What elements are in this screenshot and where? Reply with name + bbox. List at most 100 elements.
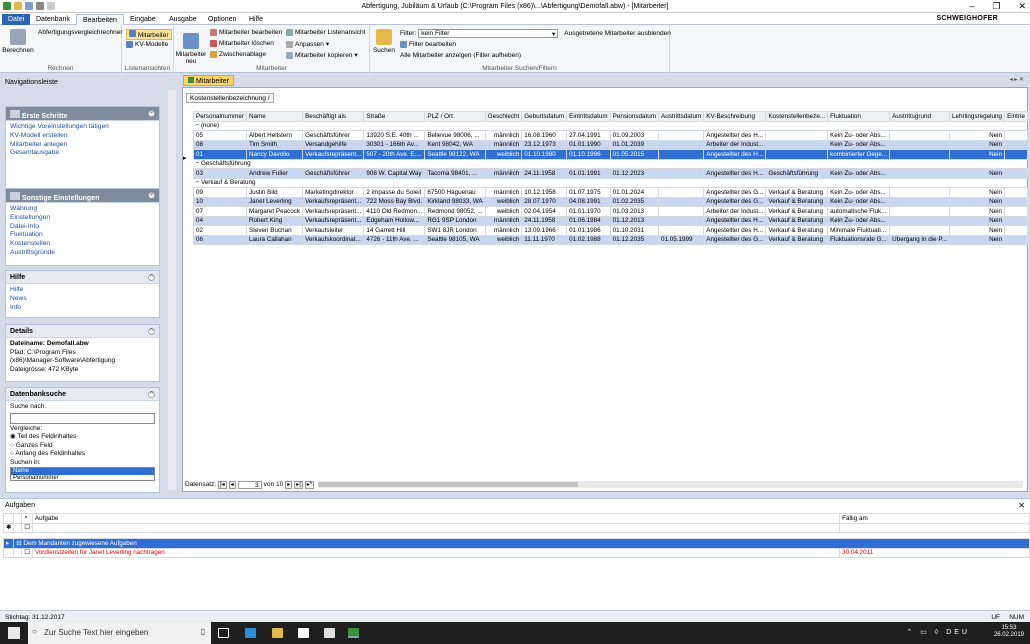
group-row[interactable]: − (none) — [193, 120, 1028, 131]
table-cell[interactable]: Angestellter des H... — [703, 149, 767, 160]
table-cell[interactable] — [1004, 149, 1028, 160]
column-header[interactable]: Geburtsdatum — [521, 111, 568, 122]
table-cell[interactable]: Tacoma 98401, ... — [424, 168, 486, 179]
table-cell[interactable]: 01.02.1988 — [566, 234, 611, 245]
table-cell[interactable] — [889, 215, 950, 226]
filter-aufheben-button[interactable]: Alle Mitarbeiter anzeigen (Filter aufheb… — [400, 52, 521, 59]
table-cell[interactable]: Nein — [948, 225, 1006, 236]
tab-optionen[interactable]: Optionen — [202, 14, 242, 25]
table-cell[interactable]: Nein — [948, 215, 1006, 226]
search-input[interactable] — [10, 412, 155, 424]
table-cell[interactable]: 01.03.2013 — [609, 206, 660, 217]
table-cell[interactable]: 01.09.2003 — [609, 130, 660, 141]
table-cell[interactable]: 01.12.2023 — [609, 168, 660, 179]
table-cell[interactable]: 01.12.2035 — [609, 234, 660, 245]
table-cell[interactable]: Angestellter des G... — [703, 187, 767, 198]
link-einstellungen[interactable]: Einstellungen — [6, 214, 159, 223]
tab-mitarbeiter[interactable]: Mitarbeiter — [183, 75, 235, 86]
table-cell[interactable]: weiblich — [484, 206, 523, 217]
column-header[interactable]: Beschäftigt als — [302, 111, 365, 122]
table-cell[interactable]: Kein Zu- oder Abs... — [827, 215, 891, 226]
table-cell[interactable]: automatische Fluk... — [827, 206, 891, 217]
table-cell[interactable]: Verkaufsrepräsent... — [302, 196, 365, 207]
table-cell[interactable] — [658, 139, 705, 150]
table-row[interactable]: 04 Robert King Verkaufsrepräsent... Edgeham… — [193, 215, 1028, 226]
table-cell[interactable]: männlich — [484, 139, 523, 150]
table-cell[interactable]: Verkaufsleiter — [302, 225, 365, 236]
minimize-icon[interactable]: – — [969, 1, 974, 12]
table-cell[interactable] — [658, 196, 705, 207]
table-cell[interactable]: kombinierter Gege... — [827, 149, 891, 160]
table-cell[interactable]: 13920 S.E. 40th ... — [363, 130, 426, 141]
table-cell[interactable]: 02 — [193, 225, 247, 236]
col-faellig[interactable]: Fällig am — [839, 513, 1030, 524]
system-tray-icons[interactable]: ⌃ ▭ ◊ DEU — [906, 628, 970, 636]
table-cell[interactable]: Geschäftsführer — [302, 130, 365, 141]
table-cell[interactable]: Versandgehilfe — [302, 139, 365, 150]
windows-start-icon[interactable] — [8, 627, 20, 639]
link-datei-info[interactable]: Datei-Info — [6, 223, 159, 232]
table-cell[interactable] — [1004, 234, 1028, 245]
scroll-thumb[interactable] — [318, 482, 578, 487]
close-icon[interactable]: ✕ — [1018, 1, 1026, 12]
table-cell[interactable]: Edgeham Hollow... — [363, 215, 426, 226]
table-cell[interactable]: SW1 8JR London — [424, 225, 486, 236]
table-cell[interactable] — [889, 139, 950, 150]
mitarbeiter-bearbeiten-button[interactable]: Mitarbeiter bearbeiten — [210, 29, 282, 36]
tab-bearbeiten[interactable]: Bearbeiten — [76, 14, 124, 25]
filter-bearbeiten-button[interactable]: Filter bearbeiten — [400, 41, 456, 48]
taskbar-search[interactable]: ○ Zur Suche Text hier eingeben ▯ — [28, 622, 211, 644]
table-cell[interactable]: 01.01.1990 — [566, 139, 611, 150]
field-listbox[interactable]: Name Personalnummer — [10, 467, 155, 481]
clock[interactable]: 15:53 26.02.2019 — [994, 625, 1024, 639]
table-cell[interactable]: Verkauf & Beratung — [765, 225, 829, 236]
table-cell[interactable]: Bellevue 98006, ... — [424, 130, 486, 141]
table-cell[interactable]: Angestellter des H... — [703, 130, 767, 141]
table-row[interactable]: 06 Laura Callahan Verkaufskoordinat... 4726… — [193, 234, 1028, 245]
table-cell[interactable]: Nein — [948, 234, 1006, 245]
column-header[interactable]: Personalnummer — [193, 111, 247, 122]
table-cell[interactable]: Seattle 98105, WA — [424, 234, 486, 245]
table-cell[interactable]: Kirkland 98033, WA — [424, 196, 486, 207]
table-cell[interactable]: Geschäftsführer — [302, 168, 365, 179]
table-cell[interactable] — [658, 206, 705, 217]
table-cell[interactable]: männlich — [484, 187, 523, 198]
table-cell[interactable]: Angestellter des H... — [703, 168, 767, 179]
table-cell[interactable]: 01.01.1991 — [566, 168, 611, 179]
table-cell[interactable]: Arbeiter der Indust... — [703, 206, 767, 217]
table-cell[interactable]: Nein — [948, 168, 1006, 179]
link-waehrung[interactable]: Währung — [6, 205, 159, 214]
column-header[interactable]: Austrittsdatum — [658, 111, 705, 122]
table-cell[interactable]: männlich — [484, 168, 523, 179]
table-cell[interactable]: Justin Bild — [245, 187, 304, 198]
column-header[interactable]: Fluktuation — [827, 111, 891, 122]
record-number-input[interactable]: 3 — [237, 480, 262, 489]
table-cell[interactable]: Nein — [948, 196, 1006, 207]
table-cell[interactable]: 507 - 20th Ave. E.... — [363, 149, 426, 160]
collapse-icon[interactable]: « — [148, 192, 155, 199]
list-item[interactable]: Personalnummer — [11, 475, 154, 482]
table-cell[interactable] — [1004, 196, 1028, 207]
link-gesamtausgabe[interactable]: Gesamtausgabe — [6, 149, 159, 158]
table-cell[interactable]: 01.01.2039 — [609, 139, 660, 150]
table-cell[interactable]: Janet Leverling — [245, 196, 304, 207]
table-cell[interactable]: 09 — [193, 187, 247, 198]
collapse-icon[interactable]: « — [148, 110, 155, 117]
table-cell[interactable]: Angestellter des G... — [703, 196, 767, 207]
task-row[interactable]: ☐ Vordienstzeiten für Janet Leverling nac… — [2, 547, 1030, 558]
table-cell[interactable]: weiblich — [484, 149, 523, 160]
table-cell[interactable]: 27.04.1991 — [566, 130, 611, 141]
group-row[interactable]: − Verkauf & Beratung — [193, 177, 1028, 188]
tab-ausgabe[interactable]: Ausgabe — [163, 14, 203, 25]
table-cell[interactable]: 4110 Old Redmon... — [363, 206, 426, 217]
table-cell[interactable]: Verkaufsrepräsent... — [302, 149, 365, 160]
table-cell[interactable]: weiblich — [484, 234, 523, 245]
table-cell[interactable]: Übergang in die P... — [889, 234, 950, 245]
table-cell[interactable] — [889, 196, 950, 207]
table-cell[interactable] — [1004, 130, 1028, 141]
table-cell[interactable]: 01.10.2031 — [609, 225, 660, 236]
mail-icon[interactable] — [324, 628, 335, 638]
table-cell[interactable]: Nein — [948, 187, 1006, 198]
table-cell[interactable]: 67500 Haguenau — [424, 187, 486, 198]
app-taskbar-icon[interactable] — [348, 628, 359, 638]
